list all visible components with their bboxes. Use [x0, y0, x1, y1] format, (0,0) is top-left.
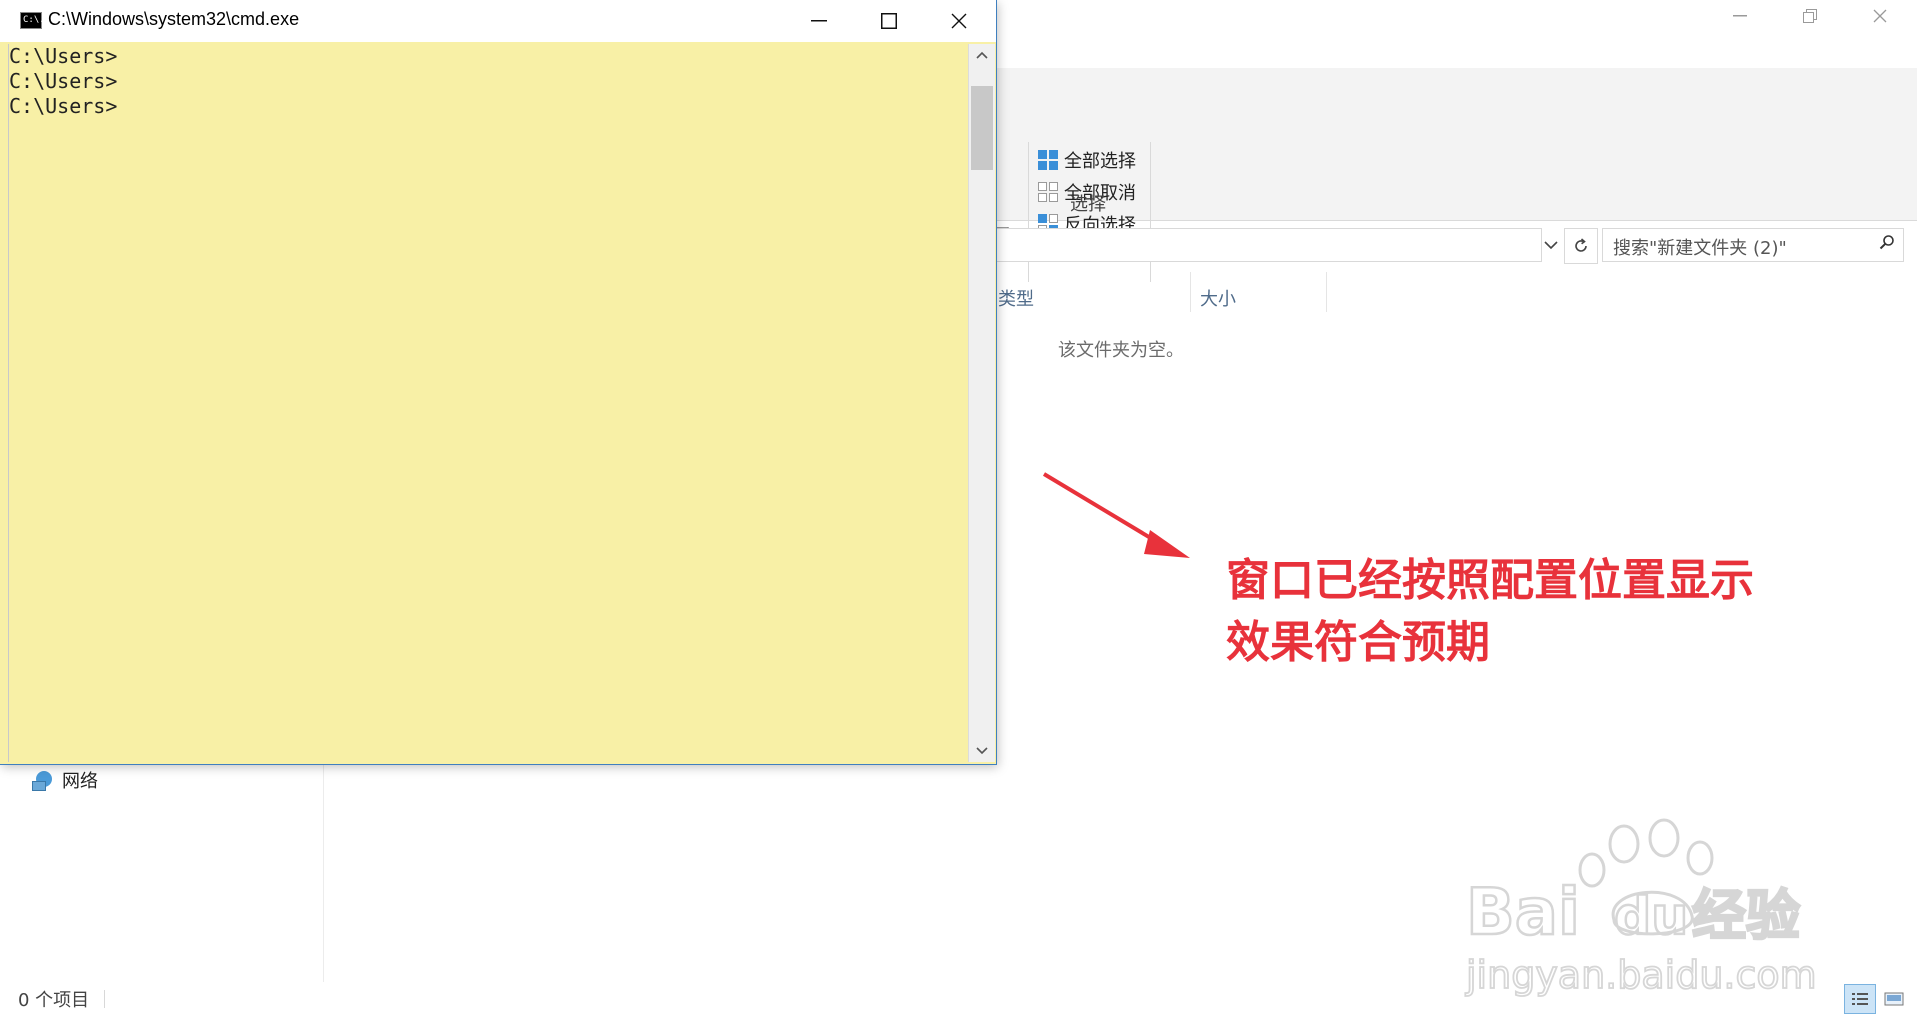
watermark-brand: Bai — [1466, 876, 1580, 950]
close-icon — [1873, 9, 1887, 23]
cmd-window-title: C:\Windows\system32\cmd.exe — [48, 9, 300, 29]
console-line: C:\Users> — [9, 44, 118, 68]
annotation-line-2: 效果符合预期 — [1226, 617, 1490, 668]
address-bar[interactable] — [960, 228, 1542, 262]
cmd-window[interactable]: C:\. C:\Windows\system32\cmd.exe C:\User… — [0, 0, 996, 764]
baidu-jingyan-watermark: Bai du 经验 jingyan.baidu.com — [1464, 818, 1818, 998]
cmd-close-button[interactable] — [924, 0, 994, 42]
cmd-titlebar[interactable]: C:\. C:\Windows\system32\cmd.exe — [0, 0, 996, 42]
chevron-up-icon — [976, 51, 988, 59]
select-none-icon — [1038, 182, 1058, 202]
details-view-button[interactable] — [1844, 984, 1876, 1014]
refresh-icon — [1575, 238, 1587, 252]
close-icon — [951, 13, 967, 29]
annotation-line-1: 窗口已经按照配置位置显示 — [1226, 555, 1754, 606]
details-view-icon — [1852, 993, 1868, 1005]
nav-item-network[interactable]: 网络 — [32, 766, 98, 794]
search-icon[interactable] — [1879, 234, 1895, 255]
scroll-up-button[interactable] — [969, 44, 995, 66]
vertical-scrollbar[interactable] — [968, 44, 995, 762]
item-count: 0 个项目 — [18, 990, 90, 1011]
search-placeholder: 搜索"新建文件夹 (2)" — [1613, 238, 1787, 259]
minimize-icon — [1733, 15, 1747, 17]
restore-icon — [1803, 9, 1817, 23]
watermark-brand-jingyan: 经验 — [1692, 884, 1800, 947]
refresh-button[interactable] — [1564, 228, 1598, 264]
watermark-brand-du: du — [1614, 887, 1688, 947]
scroll-thumb[interactable] — [971, 86, 993, 170]
column-header-type[interactable]: 类型 — [998, 282, 1034, 314]
watermark-url: jingyan.baidu.com — [1465, 953, 1817, 997]
select-group-label: 选择 — [1070, 194, 1106, 215]
explorer-minimize-button[interactable] — [1712, 0, 1768, 32]
search-input[interactable]: 搜索"新建文件夹 (2)" — [1602, 228, 1904, 262]
annotation-text: 窗口已经按照配置位置显示 效果符合预期 — [1226, 550, 1754, 674]
cmd-maximize-button[interactable] — [854, 0, 924, 42]
column-divider[interactable] — [1326, 272, 1327, 312]
nav-pane-divider[interactable] — [323, 760, 324, 982]
chevron-down-icon — [1544, 240, 1558, 249]
annotation-arrow — [1042, 472, 1190, 558]
cmd-minimize-button[interactable] — [784, 0, 854, 42]
console-line: C:\Users> — [9, 69, 118, 93]
select-all-button[interactable]: 全部选择 — [1038, 148, 1136, 172]
explorer-restore-button[interactable] — [1782, 0, 1838, 32]
scroll-down-button[interactable] — [969, 740, 995, 762]
console-icon[interactable]: C:\. — [20, 12, 45, 29]
large-icons-view-icon — [1884, 992, 1904, 1006]
column-header-size[interactable]: 大小 — [1200, 282, 1236, 314]
large-icons-view-button[interactable] — [1878, 984, 1910, 1014]
select-all-icon — [1038, 150, 1058, 170]
minimize-icon — [811, 20, 827, 22]
console-output[interactable]: C:\Users> C:\Users> C:\Users> — [8, 44, 969, 762]
explorer-close-button[interactable] — [1852, 0, 1908, 32]
empty-folder-message: 该文件夹为空。 — [1058, 340, 1184, 361]
console-line: C:\Users> — [9, 94, 118, 118]
nav-item-network-label: 网络 — [62, 771, 98, 792]
address-history-dropdown[interactable] — [1538, 228, 1564, 262]
chevron-down-icon — [976, 747, 988, 755]
maximize-icon — [881, 13, 897, 29]
network-icon — [32, 771, 54, 791]
select-all-label: 全部选择 — [1064, 151, 1136, 172]
column-divider[interactable] — [1190, 272, 1191, 312]
status-divider — [104, 990, 105, 1008]
